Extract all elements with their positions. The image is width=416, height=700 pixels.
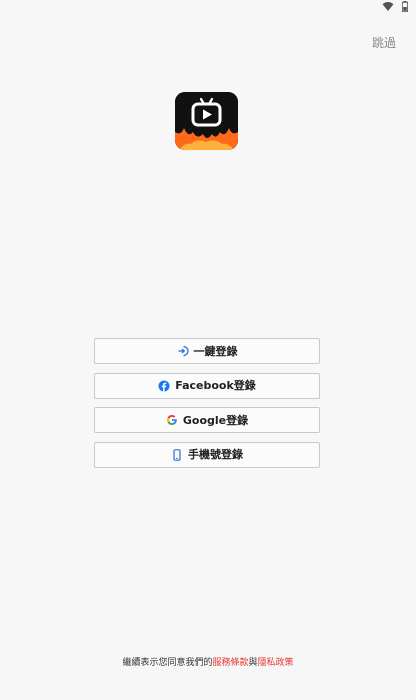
google-icon (166, 414, 178, 426)
facebook-login-button[interactable]: Facebook登錄 (94, 372, 320, 399)
agreement-prefix: 繼續表示您同意我們的 (122, 658, 213, 668)
status-bar (382, 0, 408, 12)
privacy-policy-link[interactable]: 隱私政策 (258, 658, 294, 668)
login-arrow-icon (177, 345, 189, 357)
battery-icon (402, 0, 408, 12)
one-click-login-label: 一鍵登錄 (193, 344, 238, 358)
app-logo (175, 92, 238, 150)
google-login-button[interactable]: Google登錄 (94, 407, 320, 433)
google-login-label: Google登錄 (182, 413, 249, 427)
phone-icon (171, 448, 183, 461)
facebook-icon (158, 380, 170, 392)
terms-of-service-link[interactable]: 服務條款 (212, 658, 248, 668)
facebook-login-label: Facebook登錄 (175, 379, 256, 392)
login-options: 一鍵登錄 Facebook登錄 Google登錄 手機號登錄 (94, 338, 320, 476)
phone-login-button[interactable]: 手機號登錄 (94, 441, 320, 468)
agreement-connector: 與 (248, 658, 258, 668)
skip-button[interactable]: 跳過 (372, 34, 396, 51)
one-click-login-button[interactable]: 一鍵登錄 (94, 338, 320, 364)
phone-login-label: 手機號登錄 (188, 448, 243, 461)
agreement-text: 繼續表示您同意我們的服務條款與隱私政策 (0, 655, 416, 668)
wifi-icon (382, 1, 394, 11)
